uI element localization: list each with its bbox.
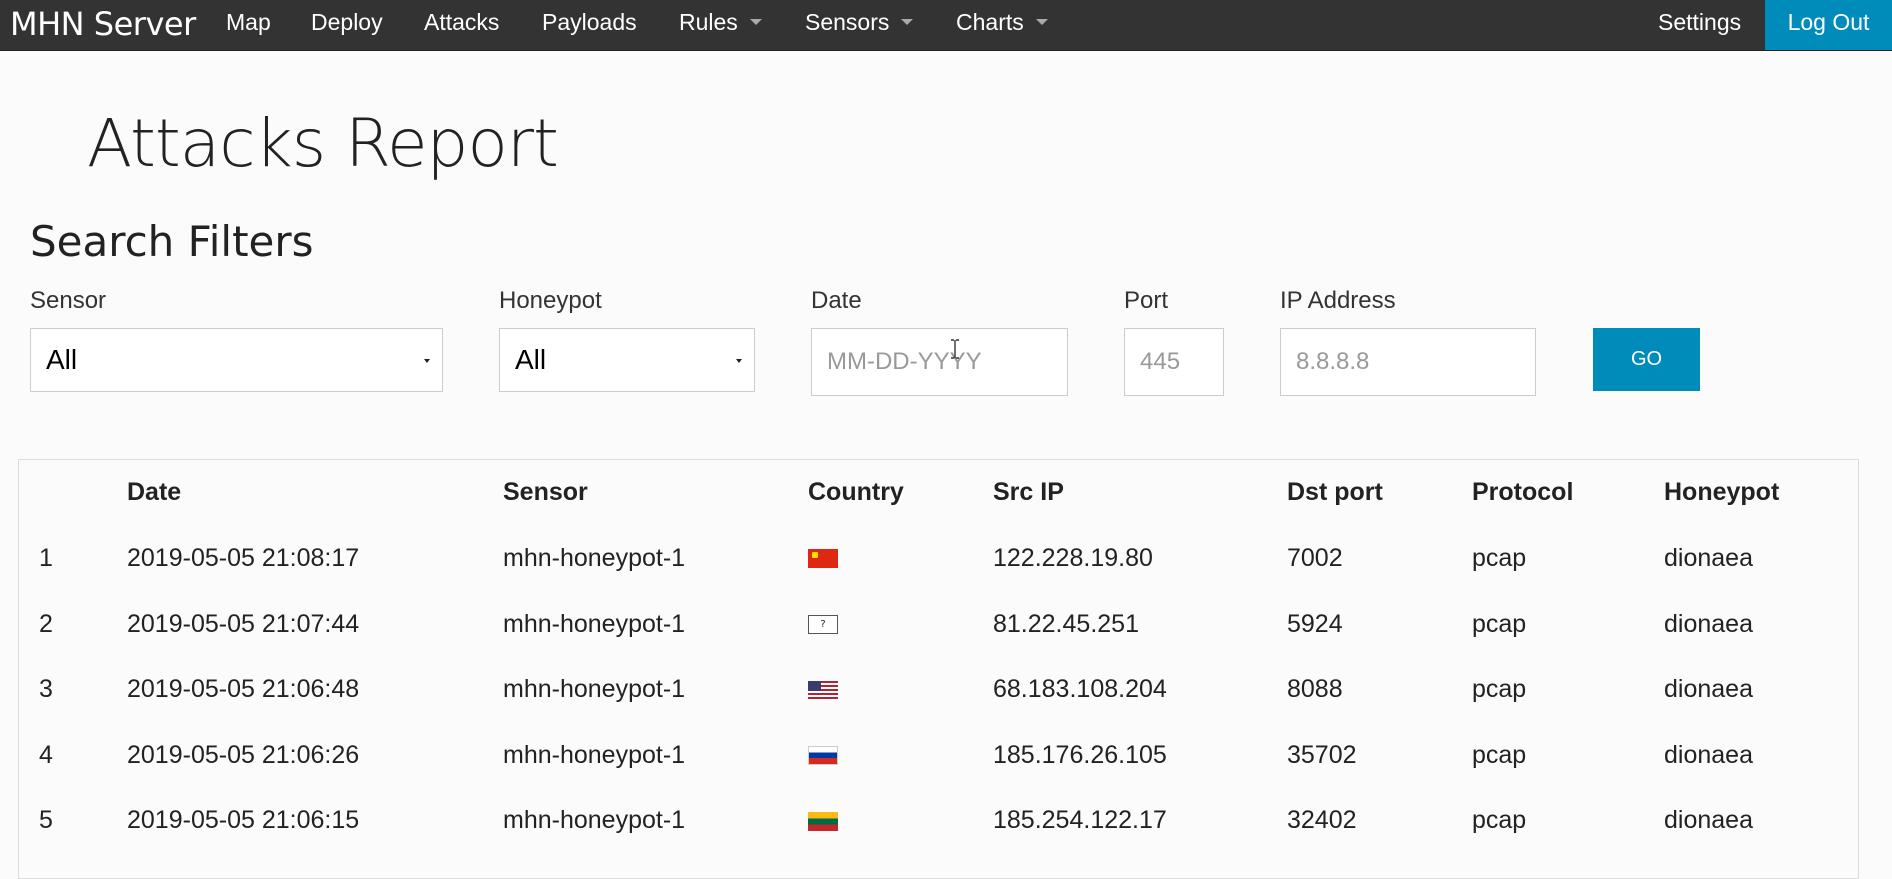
header-protocol: Protocol (1472, 478, 1574, 506)
row-sensor: mhn-honeypot-1 (503, 610, 686, 638)
row-number: 1 (39, 544, 53, 572)
row-protocol: pcap (1472, 806, 1527, 834)
header-honeypot: Honeypot (1664, 478, 1780, 506)
row-dst-port: 32402 (1287, 806, 1357, 834)
lithuania-flag-icon (808, 812, 838, 831)
row-number: 5 (39, 806, 53, 834)
brand-link[interactable]: MHN Server (10, 4, 196, 44)
caret-down-icon (901, 18, 914, 25)
row-src-ip[interactable]: 81.22.45.251 (993, 608, 1139, 640)
date-input[interactable] (811, 328, 1068, 396)
row-sensor: mhn-honeypot-1 (503, 806, 686, 834)
us-flag-icon (808, 681, 838, 700)
row-src-ip[interactable]: 68.183.108.204 (993, 673, 1167, 705)
row-dst-port: 7002 (1287, 544, 1343, 572)
row-date: 2019-05-05 21:06:48 (127, 675, 360, 703)
nav-map-label: Map (226, 9, 271, 35)
honeypot-select[interactable]: All (499, 328, 755, 392)
nav-payloads-label: Payloads (542, 9, 637, 35)
row-sensor: mhn-honeypot-1 (503, 675, 686, 703)
row-dst-port: 35702 (1287, 741, 1357, 769)
russia-flag-icon (808, 746, 838, 765)
honeypot-select-value: All (515, 344, 547, 375)
row-date: 2019-05-05 21:06:26 (127, 741, 360, 769)
ip-address-input[interactable] (1280, 328, 1536, 396)
nav-payloads[interactable]: Payloads (542, 0, 637, 50)
date-label: Date (811, 287, 862, 314)
row-src-ip[interactable]: 122.228.19.80 (993, 542, 1153, 574)
caret-down-icon (1035, 18, 1048, 25)
nav-settings-label: Settings (1658, 9, 1742, 35)
port-label: Port (1124, 287, 1169, 314)
row-protocol: pcap (1472, 544, 1527, 572)
nav-sensors-dropdown[interactable]: Sensors (805, 0, 914, 50)
nav-attacks-label: Attacks (424, 9, 500, 35)
row-honeypot: dionaea (1664, 806, 1753, 834)
sensor-select-value: All (46, 344, 78, 375)
nav-charts-label: Charts (956, 9, 1024, 35)
go-button[interactable]: GO (1593, 328, 1700, 391)
search-filters-heading: Search Filters (30, 217, 314, 266)
row-date: 2019-05-05 21:07:44 (127, 610, 360, 638)
china-flag-icon (808, 549, 838, 568)
nav-map[interactable]: Map (226, 0, 271, 50)
row-sensor: mhn-honeypot-1 (503, 741, 686, 769)
caret-down-icon (749, 18, 762, 25)
honeypot-label: Honeypot (499, 287, 602, 314)
select-caret-icon (736, 359, 742, 363)
row-protocol: pcap (1472, 675, 1527, 703)
sensor-select[interactable]: All (30, 328, 443, 392)
port-input[interactable] (1124, 328, 1224, 396)
row-date: 2019-05-05 21:06:15 (127, 806, 360, 834)
nav-sensors-label: Sensors (805, 9, 890, 35)
row-src-ip[interactable]: 185.254.122.17 (993, 804, 1167, 836)
row-sensor: mhn-honeypot-1 (503, 544, 686, 572)
row-src-ip[interactable]: 185.176.26.105 (993, 739, 1167, 771)
row-dst-port: 5924 (1287, 610, 1343, 638)
row-protocol: pcap (1472, 741, 1527, 769)
row-honeypot: dionaea (1664, 610, 1753, 638)
logout-button[interactable]: Log Out (1765, 0, 1892, 50)
header-src-ip: Src IP (993, 478, 1064, 506)
page-title: Attacks Report (87, 105, 559, 182)
header-sensor: Sensor (503, 478, 588, 506)
nav-deploy[interactable]: Deploy (311, 0, 383, 50)
row-protocol: pcap (1472, 610, 1527, 638)
ip-address-label: IP Address (1280, 287, 1396, 314)
row-number: 3 (39, 675, 53, 703)
row-honeypot: dionaea (1664, 544, 1753, 572)
header-country: Country (808, 478, 904, 506)
row-number: 4 (39, 741, 53, 769)
nav-rules-label: Rules (679, 9, 738, 35)
row-honeypot: dionaea (1664, 741, 1753, 769)
top-navbar: MHN Server Map Deploy Attacks Payloads R… (0, 0, 1892, 51)
header-date: Date (127, 478, 182, 506)
nav-settings[interactable]: Settings (1658, 0, 1741, 50)
nav-charts-dropdown[interactable]: Charts (956, 0, 1048, 50)
nav-attacks[interactable]: Attacks (424, 0, 499, 50)
row-honeypot: dionaea (1664, 675, 1753, 703)
header-dst-port: Dst port (1287, 478, 1383, 506)
nav-rules-dropdown[interactable]: Rules (679, 0, 762, 50)
row-date: 2019-05-05 21:08:17 (127, 544, 360, 572)
unknown-flag-icon: ? (808, 615, 838, 634)
sensor-label: Sensor (30, 287, 107, 314)
row-number: 2 (39, 610, 53, 638)
row-dst-port: 8088 (1287, 675, 1343, 703)
nav-deploy-label: Deploy (311, 9, 383, 35)
select-caret-icon (424, 359, 430, 363)
text-cursor-icon (951, 339, 959, 359)
